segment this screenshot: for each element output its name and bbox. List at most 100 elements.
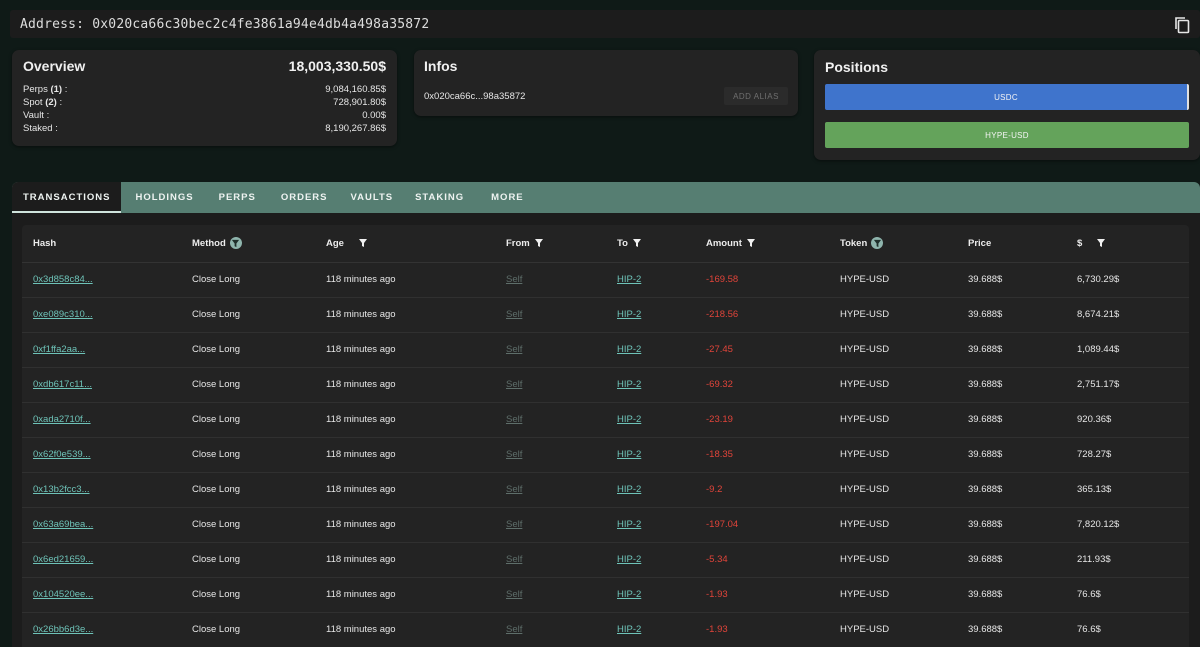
- amount-cell: -169.58: [695, 262, 829, 298]
- column-header-amount[interactable]: Amount: [695, 225, 829, 263]
- tab-holdings[interactable]: HOLDINGS: [121, 182, 205, 213]
- price-cell: 39.688$: [957, 507, 1066, 543]
- age-cell: 118 minutes ago: [315, 577, 495, 613]
- tx-hash-link[interactable]: 0x3d858c84...: [33, 274, 93, 285]
- amount-cell: -1.93: [695, 577, 829, 613]
- from-link[interactable]: Self: [506, 274, 522, 285]
- from-link[interactable]: Self: [506, 414, 522, 425]
- filter-icon[interactable]: [358, 238, 368, 248]
- tab-orders[interactable]: ORDERS: [268, 182, 339, 213]
- amount-cell: -218.56: [695, 297, 829, 333]
- transactions-table: Hash Method Age From To Amount Token Price $ 0x3…: [22, 225, 1189, 647]
- table-body: 0x3d858c84... Close Long 118 minutes ago Se…: [22, 262, 1189, 647]
- age-cell: 118 minutes ago: [315, 612, 495, 647]
- to-link[interactable]: HIP-2: [617, 379, 641, 390]
- position-bar-usdc[interactable]: USDC: [825, 84, 1189, 110]
- tx-hash-link[interactable]: 0x62f0e539...: [33, 449, 91, 460]
- tx-hash-link[interactable]: 0xe089c310...: [33, 309, 93, 320]
- from-link[interactable]: Self: [506, 344, 522, 355]
- usd-value-cell: 2,751.17$: [1066, 367, 1189, 403]
- overview-title: Overview: [23, 58, 86, 74]
- method-cell: Close Long: [181, 367, 315, 403]
- tab-perps[interactable]: PERPS: [206, 182, 268, 213]
- column-header-usd[interactable]: $: [1066, 225, 1189, 263]
- overview-row-value: 9,084,160.85$: [325, 84, 386, 95]
- usd-value-cell: 76.6$: [1066, 612, 1189, 647]
- filter-icon[interactable]: [871, 237, 884, 250]
- from-link[interactable]: Self: [506, 379, 522, 390]
- tx-hash-link[interactable]: 0x104520ee...: [33, 589, 93, 600]
- to-link[interactable]: HIP-2: [617, 309, 641, 320]
- method-cell: Close Long: [181, 507, 315, 543]
- column-header-method[interactable]: Method: [181, 225, 315, 263]
- method-cell: Close Long: [181, 542, 315, 578]
- to-link[interactable]: HIP-2: [617, 449, 641, 460]
- tab-more[interactable]: MORE: [479, 182, 535, 213]
- usd-value-cell: 728.27$: [1066, 437, 1189, 473]
- tx-hash-link[interactable]: 0xf1ffa2aa...: [33, 344, 85, 355]
- table-row: 0x26bb6d3e... Close Long 118 minutes ago Se…: [22, 612, 1189, 647]
- table-row: 0x13b2fcc3... Close Long 118 minutes ago Se…: [22, 472, 1189, 508]
- from-link[interactable]: Self: [506, 554, 522, 565]
- filter-icon[interactable]: [746, 238, 756, 248]
- filter-icon[interactable]: [534, 238, 544, 248]
- from-link[interactable]: Self: [506, 589, 522, 600]
- age-cell: 118 minutes ago: [315, 262, 495, 298]
- usd-value-cell: 6,730.29$: [1066, 262, 1189, 298]
- tx-hash-link[interactable]: 0xada2710f...: [33, 414, 91, 425]
- to-link[interactable]: HIP-2: [617, 624, 641, 635]
- column-header-from[interactable]: From: [495, 225, 606, 263]
- to-link[interactable]: HIP-2: [617, 484, 641, 495]
- column-header-token[interactable]: Token: [829, 225, 957, 263]
- to-link[interactable]: HIP-2: [617, 519, 641, 530]
- price-cell: 39.688$: [957, 472, 1066, 508]
- to-link[interactable]: HIP-2: [617, 414, 641, 425]
- column-header-age[interactable]: Age: [315, 225, 495, 263]
- method-cell: Close Long: [181, 472, 315, 508]
- amount-cell: -69.32: [695, 367, 829, 403]
- age-cell: 118 minutes ago: [315, 507, 495, 543]
- method-cell: Close Long: [181, 612, 315, 647]
- amount-cell: -23.19: [695, 402, 829, 438]
- tx-hash-link[interactable]: 0x26bb6d3e...: [33, 624, 93, 635]
- to-link[interactable]: HIP-2: [617, 589, 641, 600]
- price-cell: 39.688$: [957, 297, 1066, 333]
- tx-hash-link[interactable]: 0xdb617c11...: [33, 379, 92, 390]
- from-link[interactable]: Self: [506, 624, 522, 635]
- to-link[interactable]: HIP-2: [617, 554, 641, 565]
- infos-title: Infos: [424, 58, 458, 74]
- tx-hash-link[interactable]: 0x63a69bea...: [33, 519, 93, 530]
- token-cell: HYPE-USD: [829, 297, 957, 333]
- from-link[interactable]: Self: [506, 484, 522, 495]
- tab-transactions[interactable]: TRANSACTIONS: [12, 182, 122, 213]
- price-cell: 39.688$: [957, 612, 1066, 647]
- price-cell: 39.688$: [957, 542, 1066, 578]
- positions-title: Positions: [825, 59, 889, 75]
- short-address: 0x020ca66c...98a35872: [424, 90, 526, 102]
- age-cell: 118 minutes ago: [315, 542, 495, 578]
- tx-hash-link[interactable]: 0x6ed21659...: [33, 554, 93, 565]
- to-link[interactable]: HIP-2: [617, 344, 641, 355]
- filter-icon[interactable]: [1096, 238, 1106, 248]
- copy-icon[interactable]: [1174, 16, 1190, 34]
- to-link[interactable]: HIP-2: [617, 274, 641, 285]
- usd-value-cell: 1,089.44$: [1066, 332, 1189, 368]
- tabs-panel: TRANSACTIONS HOLDINGS PERPS ORDERS VAULTS STA…: [12, 182, 1200, 647]
- filter-icon[interactable]: [229, 237, 242, 250]
- tx-hash-link[interactable]: 0x13b2fcc3...: [33, 484, 90, 495]
- tab-staking[interactable]: STAKING: [404, 182, 479, 213]
- token-cell: HYPE-USD: [829, 437, 957, 473]
- from-link[interactable]: Self: [506, 309, 522, 320]
- from-link[interactable]: Self: [506, 519, 522, 530]
- column-header-to[interactable]: To: [606, 225, 695, 263]
- table-row: 0xe089c310... Close Long 118 minutes ago Se…: [22, 297, 1189, 333]
- overview-row-value: 728,901.80$: [333, 97, 386, 108]
- add-alias-button[interactable]: ADD ALIAS: [724, 87, 788, 105]
- filter-icon[interactable]: [632, 238, 642, 248]
- from-link[interactable]: Self: [506, 449, 522, 460]
- age-cell: 118 minutes ago: [315, 297, 495, 333]
- overview-row-value: 0.00$: [362, 110, 386, 121]
- token-cell: HYPE-USD: [829, 332, 957, 368]
- tab-vaults[interactable]: VAULTS: [339, 182, 405, 213]
- position-bar-hype-usd[interactable]: HYPE-USD: [825, 122, 1189, 148]
